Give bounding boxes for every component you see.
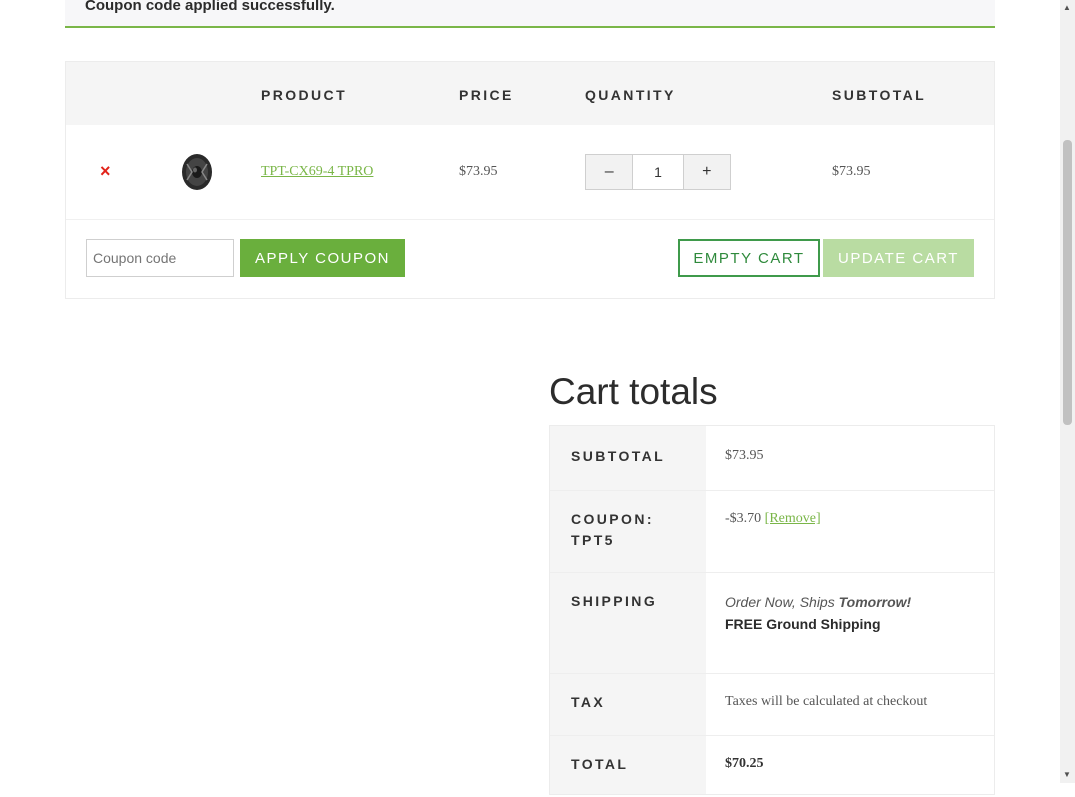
totals-row-coupon: COUPON: TPT5 -$3.70 [Remove] [550,490,994,573]
speaker-icon[interactable] [178,152,214,192]
close-icon[interactable]: × [100,162,111,180]
shipping-value: Order Now, Ships Tomorrow! FREE Ground S… [725,594,911,632]
coupon-value: -$3.70 [Remove] [725,511,821,527]
subtotal-value: $73.95 [725,448,764,463]
product-subtotal: $73.95 [832,164,871,179]
header-product: PRODUCT [261,87,348,103]
empty-cart-button[interactable]: EMPTY CART [678,239,820,277]
product-price: $73.95 [459,164,498,179]
update-cart-button[interactable]: UPDATE CART [823,239,974,277]
quantity-decrease-button[interactable]: – [586,155,633,189]
notice-text: Coupon code applied successfully. [85,0,335,14]
success-notice: Coupon code applied successfully. [65,0,995,28]
scroll-up-icon[interactable]: ▲ [1063,3,1071,12]
remove-coupon-link[interactable]: [Remove] [765,511,821,526]
header-quantity: QUANTITY [585,87,676,103]
tax-label: TAX [571,694,606,710]
header-subtotal: SUBTOTAL [832,87,927,103]
quantity-stepper: – 1 + [585,154,731,190]
shipping-note-emphasis: Tomorrow! [838,594,912,610]
total-label: TOTAL [571,756,629,772]
quantity-input[interactable]: 1 [632,155,684,189]
totals-row-subtotal: SUBTOTAL $73.95 [550,426,994,491]
totals-row-total: TOTAL $70.25 [550,735,994,797]
subtotal-label: SUBTOTAL [571,448,666,464]
page-scrollbar[interactable]: ▲ ▼ [1060,0,1075,783]
product-link[interactable]: TPT-CX69-4 TPRO [261,164,373,180]
scrollbar-thumb[interactable] [1063,140,1072,425]
shipping-label: SHIPPING [571,593,658,609]
header-price: PRICE [459,87,514,103]
cart-table: PRODUCT PRICE QUANTITY SUBTOTAL × TPT-CX… [65,61,995,299]
totals-row-tax: TAX Taxes will be calculated at checkout [550,673,994,736]
coupon-label: COUPON: TPT5 [571,511,654,548]
cart-totals-title: Cart totals [549,371,718,412]
quantity-increase-button[interactable]: + [683,155,730,189]
totals-row-shipping: SHIPPING Order Now, Ships Tomorrow! FREE… [550,572,994,674]
shipping-note: Order Now, Ships [725,594,839,610]
tax-value: Taxes will be calculated at checkout [725,694,928,709]
coupon-amount: -$3.70 [725,511,762,526]
cart-totals-table: SUBTOTAL $73.95 COUPON: TPT5 -$3.70 [Rem… [549,425,995,795]
scroll-down-icon[interactable]: ▼ [1063,770,1071,779]
apply-coupon-button[interactable]: APPLY COUPON [240,239,405,277]
coupon-input[interactable] [86,239,234,277]
table-header: PRODUCT PRICE QUANTITY SUBTOTAL [66,62,994,125]
total-value: $70.25 [725,756,764,771]
shipping-method: FREE Ground Shipping [725,616,881,632]
table-row: × TPT-CX69-4 TPRO $73.95 – 1 + $73.95 [66,125,994,220]
